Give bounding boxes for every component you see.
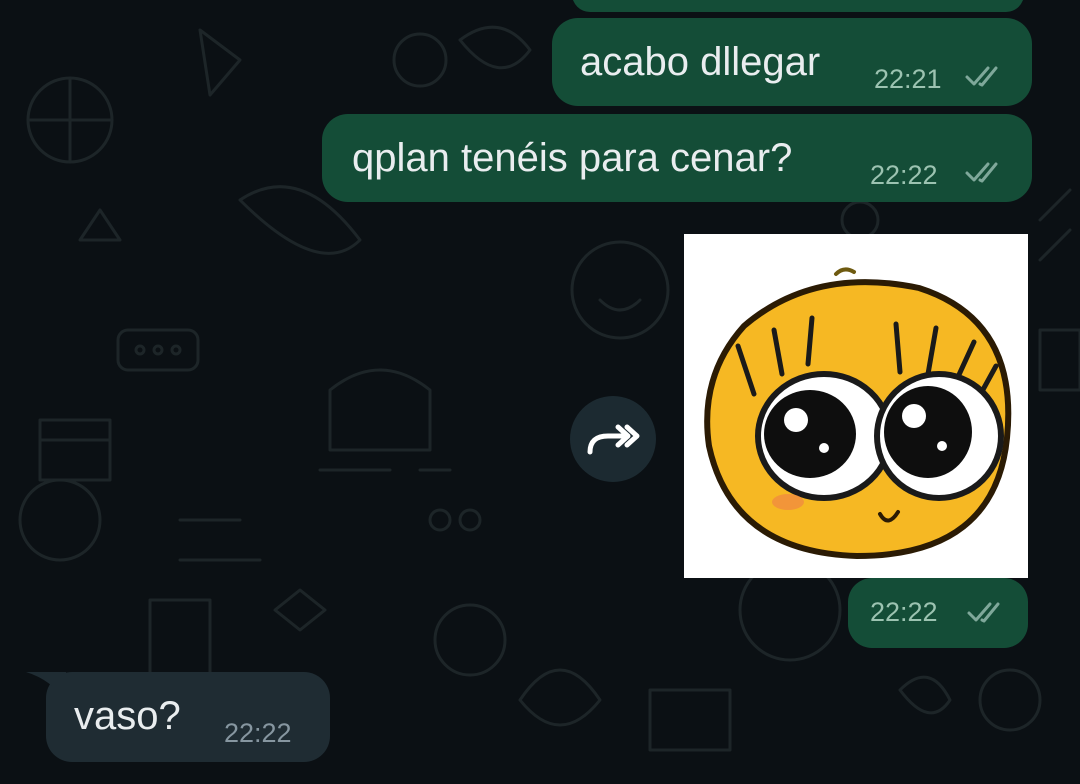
message-time: 22:22 (224, 718, 292, 748)
message-bubble-previous[interactable] (572, 0, 1024, 12)
sticker-message[interactable] (684, 234, 1028, 578)
forward-icon (587, 424, 640, 455)
message-text: acabo dllegar (580, 40, 821, 84)
double-check-icon (967, 602, 1000, 623)
forward-button[interactable] (570, 396, 656, 482)
shy-yellow-face-sticker (704, 267, 1012, 560)
double-check-icon (965, 66, 998, 87)
message-bubble-outgoing[interactable]: acabo dllegar 22:21 (552, 18, 1032, 106)
message-time: 22:22 (870, 160, 938, 190)
message-time: 22:22 (870, 597, 938, 627)
sticker-time-pill[interactable]: 22:22 (848, 578, 1028, 648)
message-text: qplan tenéis para cenar? (352, 136, 793, 180)
chat-thread: acabo dllegar 22:21 qplan tenéis para ce… (0, 0, 1080, 784)
double-check-icon (965, 162, 998, 183)
message-time: 22:21 (874, 64, 942, 94)
message-bubble-incoming[interactable]: vaso? 22:22 (46, 672, 330, 762)
bubble-tail (26, 672, 66, 702)
message-bubble-outgoing[interactable]: qplan tenéis para cenar? 22:22 (322, 114, 1032, 202)
message-text: vaso? (74, 694, 181, 738)
